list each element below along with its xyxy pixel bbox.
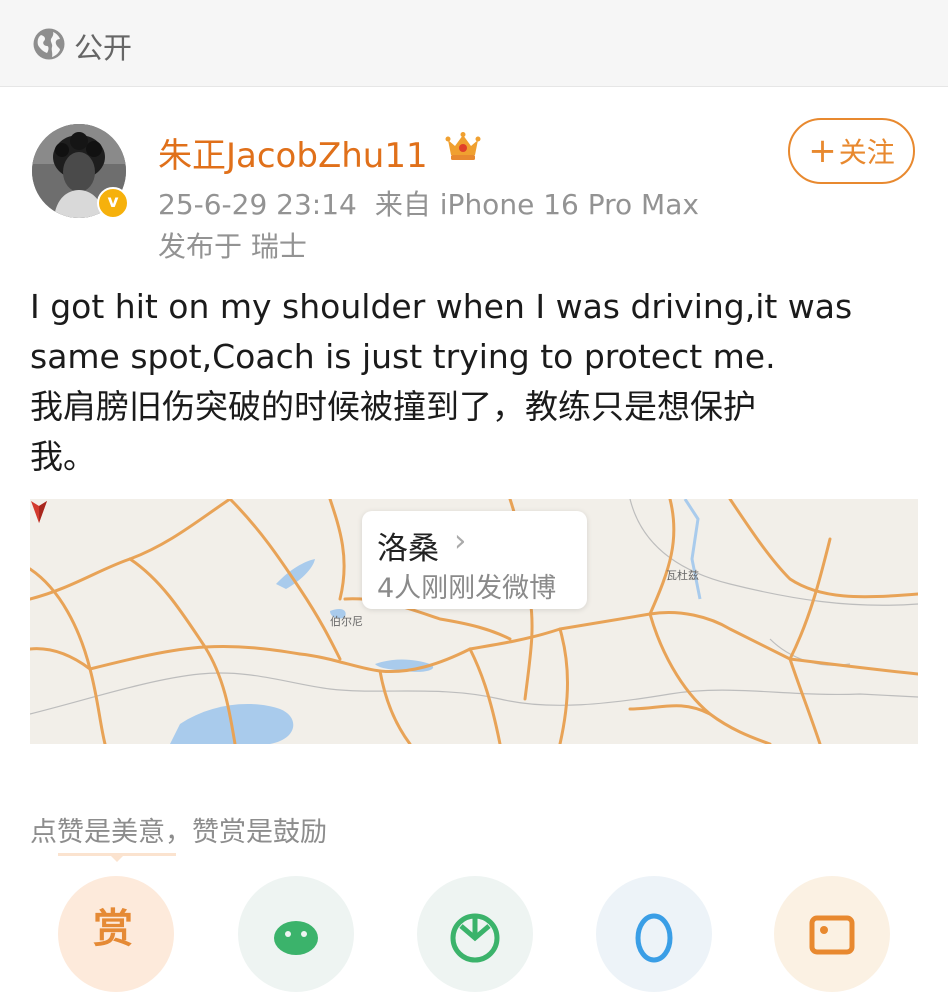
reward-tip-caret [108, 853, 126, 862]
plus-icon: + [808, 131, 837, 171]
globe-icon [33, 28, 65, 60]
map-place-name: 洛桑 [377, 531, 439, 567]
reward-icon: 赏 [93, 906, 133, 952]
post-text-line: I got hit on my shoulder when I was driv… [30, 287, 853, 326]
location-pin-icon [31, 501, 47, 523]
moments-icon [450, 913, 500, 963]
map-label-vaduz: 瓦杜兹 [666, 569, 699, 582]
visibility-bar: 公开 [0, 0, 948, 87]
username[interactable]: 朱正JacobZhu11 [158, 128, 428, 177]
follow-button[interactable]: + 关注 [788, 118, 915, 184]
share-moments-button[interactable] [417, 876, 533, 992]
reward-button[interactable]: 赏 [58, 876, 174, 992]
map-label-bern: 伯尔尼 [330, 615, 363, 628]
follow-button-label: 关注 [838, 136, 895, 169]
map-place-activity: 4人刚刚发微博 [377, 573, 557, 604]
photo-icon [809, 915, 855, 955]
wechat-icon [274, 921, 318, 955]
crown-icon [445, 132, 481, 160]
verified-badge-icon: v [97, 187, 129, 219]
post-text-line: 我。 [30, 437, 96, 476]
location-map[interactable]: 伯尔尼 瓦杜兹 洛桑 › 4人刚刚发微博 [30, 499, 918, 744]
post-source: 来自 iPhone 16 Pro Max [374, 188, 699, 221]
qq-icon [635, 913, 673, 963]
share-wechat-button[interactable] [238, 876, 354, 992]
post-meta: 25-6-29 23:14 来自 iPhone 16 Pro Max [158, 183, 699, 223]
post-text-line: 我肩膀旧伤突破的时候被撞到了，教练只是想保护 [30, 387, 756, 426]
chevron-right-icon: › [454, 523, 467, 559]
post-timestamp: 25-6-29 23:14 [158, 188, 357, 221]
share-photo-button[interactable] [774, 876, 890, 992]
reward-tip: 点赞是美意，赞赏是鼓励 [30, 817, 327, 848]
post-location: 发布于 瑞士 [158, 230, 307, 263]
map-location-popup[interactable]: 洛桑 › 4人刚刚发微博 [362, 511, 587, 609]
share-qq-button[interactable] [596, 876, 712, 992]
post-text: I got hit on my shoulder when I was driv… [30, 282, 900, 482]
post-text-line: same spot,Coach is just trying to protec… [30, 337, 776, 376]
visibility-label: 公开 [74, 31, 133, 65]
